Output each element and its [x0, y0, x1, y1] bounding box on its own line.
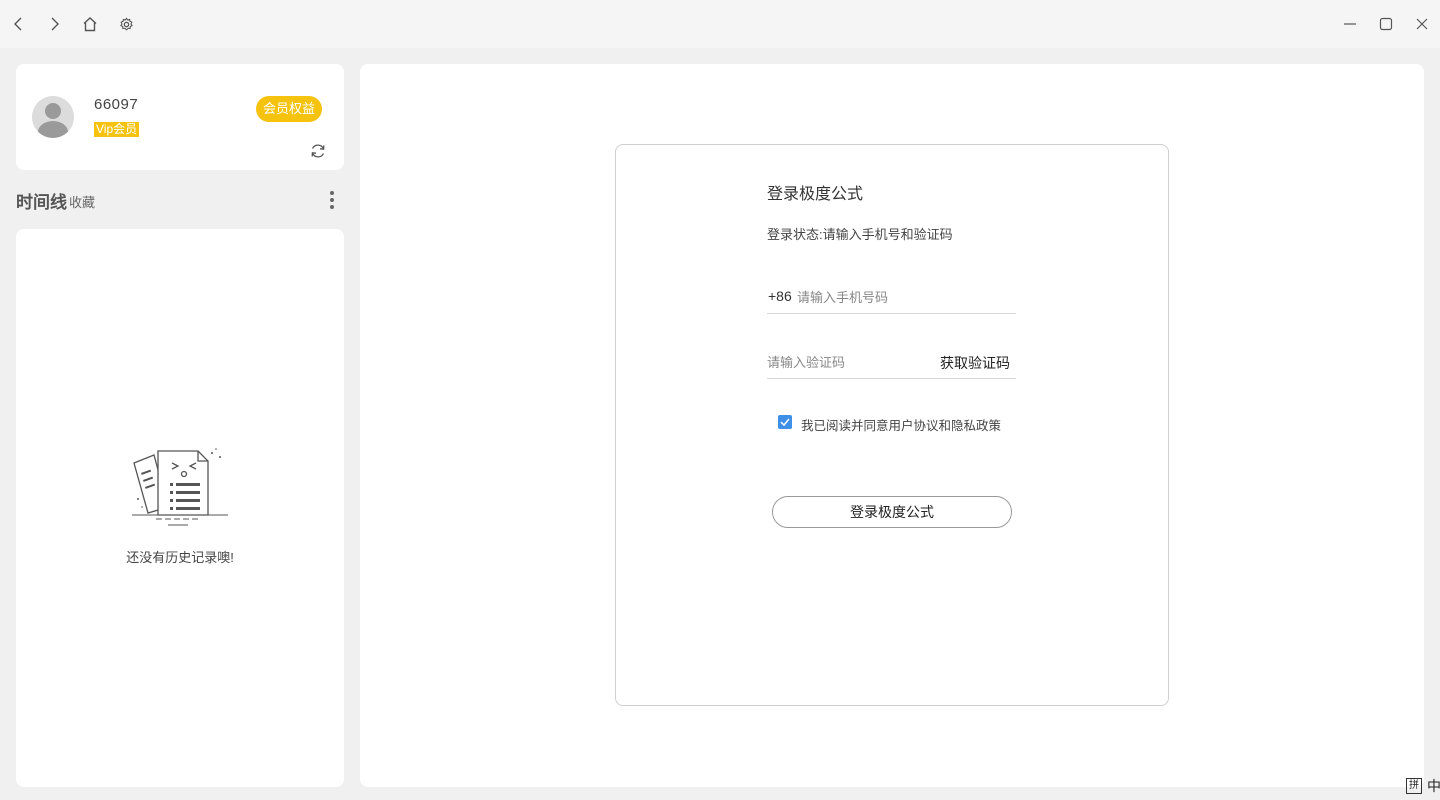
login-form: 登录极度公式 登录状态:请输入手机号和验证码 +86 获取验证码 我已阅读并同意…	[615, 144, 1169, 706]
maximize-icon[interactable]	[1375, 13, 1397, 35]
back-icon[interactable]	[8, 13, 30, 35]
login-button[interactable]: 登录极度公式	[772, 496, 1012, 528]
phone-field: +86	[767, 285, 1016, 314]
timeline-header: 时间线 收藏	[16, 188, 344, 212]
home-icon[interactable]	[79, 13, 101, 35]
login-status: 登录状态:请输入手机号和验证码	[767, 227, 953, 242]
user-id: 66097	[94, 96, 139, 113]
settings-icon[interactable]	[115, 13, 137, 35]
empty-history-illustration	[128, 447, 232, 531]
favorites-tab[interactable]: 收藏	[69, 192, 95, 211]
login-title: 登录极度公式	[767, 186, 864, 203]
avatar[interactable]	[32, 96, 74, 138]
ime-mode[interactable]: 拼	[1406, 778, 1422, 794]
member-perks-button[interactable]: 会员权益	[256, 96, 322, 122]
main-panel: 登录极度公式 登录状态:请输入手机号和验证码 +86 获取验证码 我已阅读并同意…	[360, 64, 1424, 787]
empty-history-text: 还没有历史记录噢!	[126, 550, 234, 565]
minimize-icon[interactable]	[1339, 13, 1361, 35]
forward-icon[interactable]	[43, 13, 65, 35]
close-icon[interactable]	[1411, 13, 1433, 35]
agreement-checkbox[interactable]	[778, 415, 792, 429]
user-card: 66097 Vip会员 会员权益	[16, 64, 344, 170]
get-code-button[interactable]: 获取验证码	[940, 353, 1010, 373]
ime-language[interactable]: 中	[1427, 776, 1440, 796]
timeline-panel: 还没有历史记录噢!	[16, 229, 344, 787]
title-bar	[0, 0, 1440, 48]
code-field: 获取验证码	[767, 350, 1016, 379]
ime-indicator[interactable]: 拼 中	[1398, 774, 1440, 800]
checkmark-icon	[780, 418, 790, 427]
phone-input[interactable]	[797, 285, 1012, 309]
verification-code-input[interactable]	[767, 350, 917, 374]
refresh-icon[interactable]	[309, 142, 327, 160]
country-code[interactable]: +86	[768, 288, 792, 304]
vip-badge: Vip会员	[94, 122, 140, 137]
more-options-icon[interactable]	[326, 189, 338, 211]
agreement-text[interactable]: 我已阅读并同意用户协议和隐私政策	[801, 415, 1001, 434]
timeline-title[interactable]: 时间线	[16, 188, 67, 213]
